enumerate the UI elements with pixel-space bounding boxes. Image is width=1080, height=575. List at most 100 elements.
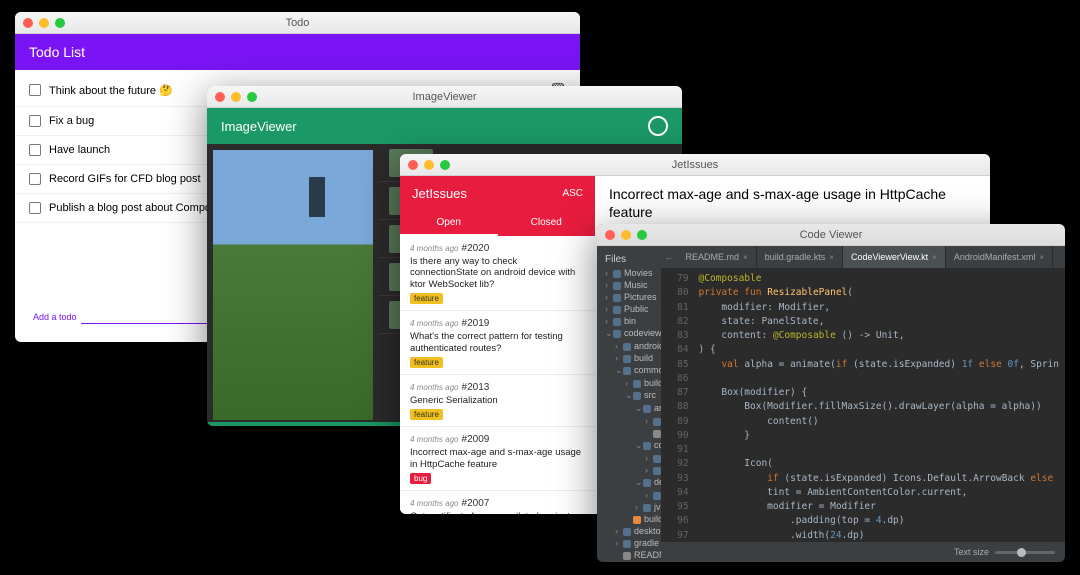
todo-text: Fix a bug	[49, 115, 94, 127]
expand-icon[interactable]: ›	[605, 316, 613, 326]
editor-tab[interactable]: README.md×	[678, 246, 757, 268]
checkbox[interactable]	[29, 173, 41, 185]
issue-time: 4 months ago	[410, 499, 458, 508]
file-icon	[613, 330, 621, 338]
expand-icon[interactable]: ›	[615, 353, 623, 363]
node-name: build	[634, 353, 653, 363]
issue-tag: feature	[410, 293, 443, 304]
issue-title: Is there any way to check connectionStat…	[410, 256, 585, 290]
expand-icon[interactable]: ⌄	[625, 390, 633, 401]
issue-item[interactable]: 4 months ago #2020Is there any way to ch…	[400, 236, 595, 311]
tree-node[interactable]: ›desktop	[601, 525, 657, 537]
tree-node[interactable]: ⌄codeviewer	[601, 327, 657, 340]
expand-icon[interactable]: ›	[615, 526, 623, 536]
tree-node[interactable]: ›Pictures	[601, 291, 657, 303]
todo-titlebar[interactable]: Todo	[15, 12, 580, 34]
expand-icon[interactable]: ⌄	[635, 403, 643, 414]
checkbox[interactable]	[29, 84, 41, 96]
file-icon	[623, 540, 631, 548]
expand-icon[interactable]: ›	[605, 268, 613, 278]
file-icon	[653, 418, 661, 426]
checkbox[interactable]	[29, 144, 41, 156]
code-editor[interactable]: 79@Composable 80private fun ResizablePan…	[661, 268, 1065, 542]
expand-icon[interactable]: ›	[635, 502, 643, 512]
tree-node[interactable]: › Movies	[601, 267, 657, 279]
checkbox[interactable]	[29, 202, 41, 214]
tab-nav-back-icon[interactable]: ←	[661, 252, 678, 262]
tree-node[interactable]: ›build	[601, 377, 657, 389]
tree-node[interactable]: › Music	[601, 279, 657, 291]
issue-id: #2013	[462, 382, 490, 393]
file-tree: Files ›Movies›Music›Pictures›Public›bin⌄…	[597, 246, 661, 562]
tree-node[interactable]: ›gradle	[601, 537, 657, 549]
tree-node[interactable]: build.gradle.kts	[601, 513, 657, 525]
expand-icon[interactable]: ›	[625, 378, 633, 388]
jetissues-titlebar[interactable]: JetIssues	[400, 154, 990, 176]
file-icon	[623, 367, 631, 375]
node-name: android	[634, 341, 661, 351]
expand-icon[interactable]: ⌄	[635, 477, 643, 488]
expand-icon[interactable]: ›	[615, 341, 623, 351]
tree-node[interactable]: ›kotlin	[601, 489, 657, 501]
editor-tab[interactable]: CodeViewerView.kt×	[843, 246, 946, 268]
tree-node[interactable]: README.md	[601, 549, 657, 561]
expand-icon[interactable]: ›	[615, 538, 623, 548]
file-icon	[613, 282, 621, 290]
tree-node[interactable]: ⌄androidMain	[601, 402, 657, 415]
imageviewer-titlebar[interactable]: ImageViewer	[207, 86, 682, 108]
issue-tabs: Open Closed	[400, 211, 595, 236]
tree-node[interactable]: ⌄desktopMain	[601, 476, 657, 489]
file-icon	[613, 294, 621, 302]
expand-icon[interactable]: ⌄	[615, 365, 623, 376]
text-size-slider[interactable]	[995, 551, 1055, 554]
tree-node[interactable]: ›Public	[601, 303, 657, 315]
node-name: build.gradle.kts	[644, 514, 661, 524]
tab-open[interactable]: Open	[400, 211, 498, 236]
node-name: Movies	[624, 268, 653, 278]
tab-close-icon[interactable]: ×	[932, 253, 937, 262]
tree-node[interactable]: ›android	[601, 340, 657, 352]
slider-knob[interactable]	[1017, 548, 1026, 557]
editor-tab[interactable]: build.gradle.kts×	[757, 246, 843, 268]
expand-icon[interactable]: ⌄	[605, 328, 613, 339]
tree-node[interactable]: ›jvmMain	[601, 501, 657, 513]
tree-node[interactable]: ⌄commonMain	[601, 439, 657, 452]
expand-icon[interactable]: ›	[645, 490, 653, 500]
tree-node[interactable]: ›bin	[601, 315, 657, 327]
tab-closed[interactable]: Closed	[498, 211, 596, 236]
tab-close-icon[interactable]: ×	[743, 253, 748, 262]
issue-item[interactable]: 4 months ago #2007Get certificate from c…	[400, 491, 595, 514]
expand-icon[interactable]: ⌄	[635, 440, 643, 451]
issue-item[interactable]: 4 months ago #2009Incorrect max-age and …	[400, 427, 595, 491]
sort-toggle[interactable]: ASC	[562, 188, 583, 199]
issue-item[interactable]: 4 months ago #2013Generic Serializationf…	[400, 375, 595, 427]
tree-node[interactable]: AndroidManifest.xml	[601, 427, 657, 439]
tab-close-icon[interactable]: ×	[1039, 253, 1044, 262]
tree-node[interactable]: build.gradle.kts	[601, 561, 657, 562]
image-preview[interactable]	[213, 150, 373, 420]
issue-item[interactable]: 4 months ago #2019What's the correct pat…	[400, 311, 595, 375]
node-name: Music	[624, 280, 648, 290]
codeviewer-titlebar[interactable]: Code Viewer	[597, 224, 1065, 246]
expand-icon[interactable]: ›	[605, 292, 613, 302]
checkbox[interactable]	[29, 115, 41, 127]
tree-node[interactable]: ⌄src	[601, 389, 657, 402]
expand-icon[interactable]: ›	[605, 304, 613, 314]
expand-icon[interactable]: ›	[645, 465, 653, 475]
issue-title: Incorrect max-age and s-max-age usage in…	[410, 447, 585, 470]
expand-icon[interactable]: ›	[645, 453, 653, 463]
tree-node[interactable]: ›kotlin	[601, 415, 657, 427]
tree-node[interactable]: ›resources	[601, 464, 657, 476]
tree-node[interactable]: ›kotlin	[601, 452, 657, 464]
issue-tag: feature	[410, 409, 443, 420]
tab-label: AndroidManifest.xml	[954, 252, 1036, 262]
editor-tab[interactable]: AndroidManifest.xml×	[946, 246, 1053, 268]
text-size-label: Text size	[954, 547, 989, 557]
expand-icon[interactable]: ›	[605, 280, 613, 290]
refresh-icon[interactable]	[648, 116, 668, 136]
tree-node[interactable]: › build	[601, 352, 657, 364]
imageviewer-title: ImageViewer	[221, 119, 297, 134]
tab-close-icon[interactable]: ×	[829, 253, 834, 262]
expand-icon[interactable]: ›	[645, 416, 653, 426]
tree-node[interactable]: ⌄common	[601, 364, 657, 377]
